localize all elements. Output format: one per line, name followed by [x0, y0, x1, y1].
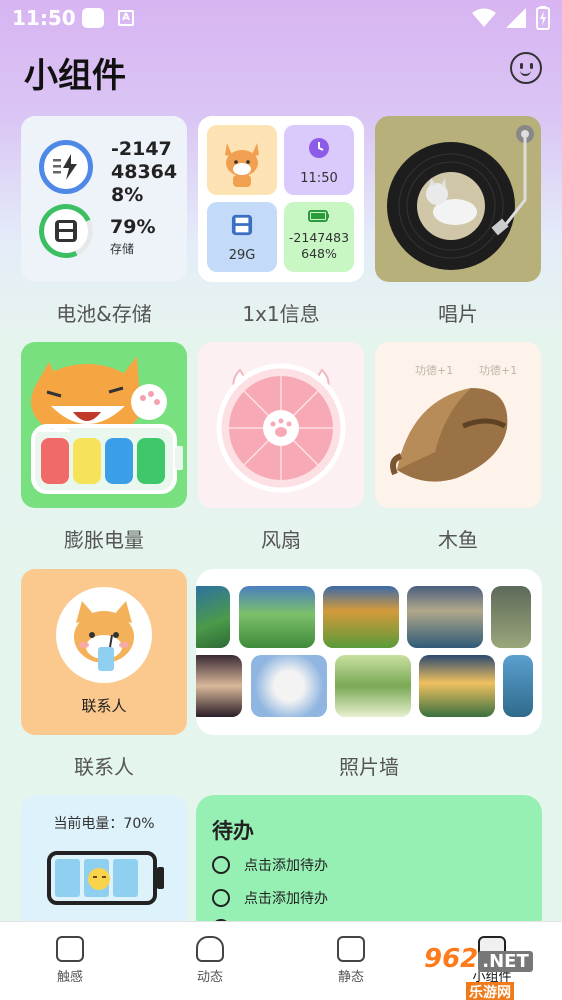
swell-battery-widget[interactable]: [21, 342, 187, 508]
todo-item[interactable]: 点击添加待办: [212, 855, 328, 875]
tab-dynamic[interactable]: 动态: [170, 936, 250, 985]
fan-icon: [216, 363, 346, 493]
fox-tile: [207, 125, 277, 195]
battery-level-icon: [47, 851, 164, 905]
battery-charging-icon: [536, 6, 550, 30]
widget-label-photo-wall: 照片墙: [339, 755, 399, 779]
checkbox-circle-icon[interactable]: [212, 889, 230, 907]
lightning-icon: [53, 154, 77, 180]
keyboard-icon: A: [118, 10, 134, 26]
status-bar: 11:50 A: [0, 0, 562, 36]
todo-item[interactable]: 点击添加待办: [212, 888, 328, 908]
current-battery-widget[interactable]: 当前电量：70%: [21, 795, 187, 935]
clock-icon: [309, 138, 329, 158]
watermark-sub: 乐游网: [466, 982, 514, 1000]
page-title: 小组件: [24, 56, 126, 96]
storage-tile: 29G: [207, 202, 277, 272]
clock-tile: 11:50: [284, 125, 354, 195]
save-disk-icon: [55, 220, 77, 242]
widget-label-battery-storage: 电池&存储: [56, 302, 152, 326]
widget-label-wooden-fish: 木鱼: [438, 528, 478, 552]
photo-thumbnail: [196, 586, 230, 648]
checkbox-circle-icon[interactable]: [212, 856, 230, 874]
contact-name: 联系人: [81, 697, 127, 715]
tab-dynamic-label: 动态: [196, 970, 223, 985]
todo-widget[interactable]: 待办 点击添加待办 点击添加待办: [196, 795, 542, 935]
photo-wall-widget[interactable]: [196, 569, 542, 735]
photo-thumbnail: [323, 586, 399, 648]
merit-text-1: 功德+1: [415, 364, 454, 377]
tab-static-label: 静态: [337, 970, 364, 985]
widget-label-contact: 联系人: [74, 755, 134, 779]
wifi-icon: [472, 8, 496, 27]
notification-icon: [82, 8, 104, 28]
info-storage: 29G: [228, 248, 256, 263]
watermark-main: 962: [424, 944, 479, 974]
record-widget[interactable]: [375, 116, 541, 282]
photo-thumbnail: [407, 586, 483, 648]
battery-icon: [308, 210, 329, 222]
info-time: 11:50: [300, 171, 338, 186]
battery-text: 当前电量：70%: [53, 816, 155, 832]
wooden-fish-widget[interactable]: 功德+1 功德+1: [375, 342, 541, 508]
photo-thumbnail: [335, 655, 411, 717]
tab-static[interactable]: 静态: [311, 936, 391, 985]
ghost-icon: [196, 936, 224, 962]
disk-icon: [231, 214, 253, 236]
battery-value: -2147483648%: [111, 138, 178, 206]
photo-thumbnail: [503, 655, 533, 717]
tab-touch-label: 触感: [56, 970, 83, 985]
battery-tile: -2147483648%: [284, 202, 354, 272]
avatar: [56, 587, 152, 683]
todo-item-text: 点击添加待办: [244, 891, 328, 907]
photo-thumbnail: [239, 586, 315, 648]
watermark: 962 .NET 乐游网: [424, 944, 562, 1000]
photo-thumbnail: [196, 655, 242, 717]
fan-widget[interactable]: [198, 342, 364, 508]
widget-label-fan: 风扇: [261, 528, 301, 552]
fox-icon: [225, 143, 259, 187]
widget-label-swell-battery: 膨胀电量: [64, 528, 144, 552]
battery-storage-widget[interactable]: -2147483648% 79% 存储: [21, 116, 187, 282]
picture-icon: [337, 936, 365, 962]
info-widget[interactable]: 11:50 29G -2147483648%: [198, 116, 364, 282]
widget-label-record: 唱片: [438, 302, 478, 326]
vinyl-record-icon: [387, 125, 534, 270]
signal-icon: [506, 8, 526, 28]
watermark-net: .NET: [478, 951, 533, 972]
status-time: 11:50: [12, 6, 76, 30]
storage-label: 存储: [110, 242, 135, 256]
todo-item-text: 点击添加待办: [244, 858, 328, 874]
info-battery: -2147483648%: [288, 230, 350, 261]
merit-text-2: 功德+1: [479, 364, 518, 377]
storage-percent: 79%: [110, 216, 156, 238]
photo-thumbnail: [251, 655, 327, 717]
contact-widget[interactable]: 联系人: [21, 569, 187, 735]
widget-label-info: 1x1信息: [242, 302, 320, 326]
photo-thumbnail: [419, 655, 495, 717]
todo-title: 待办: [212, 819, 254, 843]
smile-face-icon[interactable]: [510, 52, 542, 84]
cat-battery-icon: [31, 356, 183, 494]
image-frame-icon: [56, 936, 84, 962]
photo-thumbnail: [491, 586, 531, 648]
tab-touch[interactable]: 触感: [30, 936, 110, 985]
